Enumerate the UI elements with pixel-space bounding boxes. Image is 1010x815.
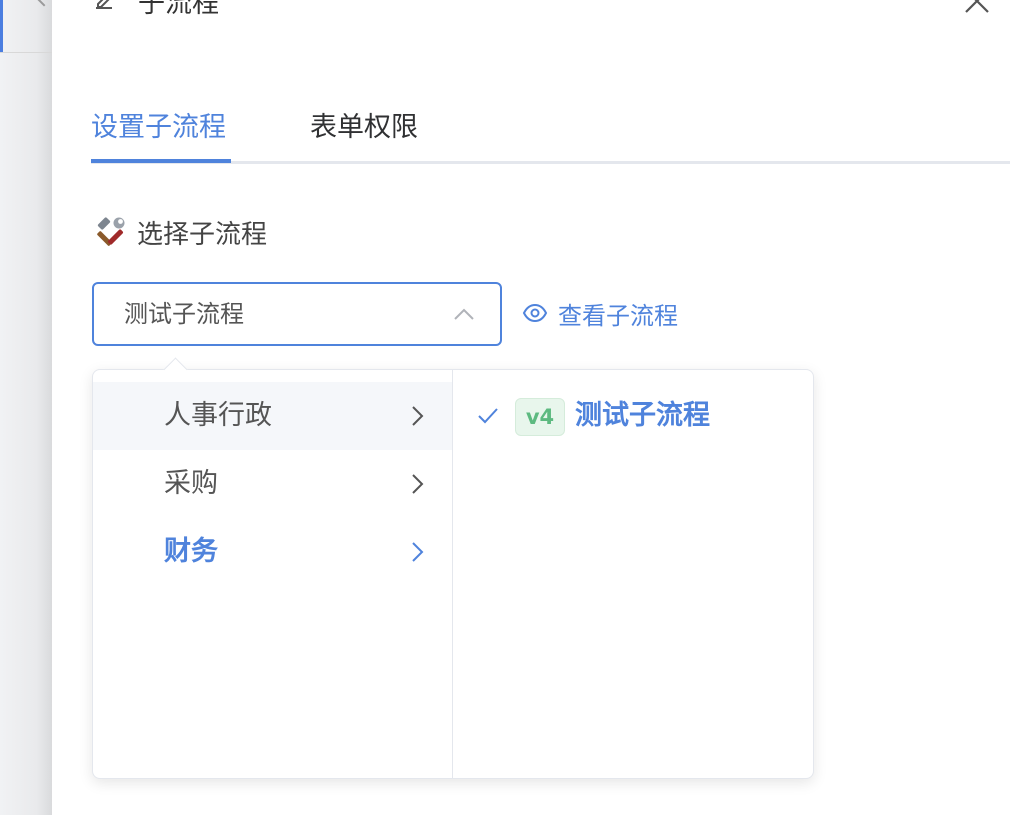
chevron-right-icon — [408, 404, 426, 428]
view-subprocess-label: 查看子流程 — [558, 301, 678, 330]
category-menu: 人事行政 采购 财务 — [93, 382, 452, 776]
chevron-icon — [35, 0, 53, 7]
category-item[interactable]: 财务 — [93, 518, 452, 586]
edit-icon — [92, 0, 116, 12]
drawer-title: 子流程 — [138, 0, 219, 19]
category-label: 人事行政 — [164, 400, 272, 431]
background-page — [0, 0, 53, 815]
eye-icon — [522, 300, 548, 326]
category-label: 财务 — [164, 536, 218, 567]
subprocess-option-label: 测试子流程 — [575, 400, 710, 431]
chevron-up-icon — [452, 304, 476, 324]
chevron-right-icon — [408, 472, 426, 496]
subprocess-select[interactable]: 测试子流程 — [92, 282, 502, 346]
check-icon — [477, 406, 499, 426]
subprocess-drawer: 子流程 设置子流程 表单权限 选择子流程 测试子流程 查看子流程 人事行政 采购… — [52, 0, 1010, 815]
tab-subprocess-settings[interactable]: 设置子流程 — [91, 108, 226, 148]
select-value: 测试子流程 — [124, 300, 244, 328]
active-indicator — [0, 0, 3, 52]
category-label: 采购 — [164, 468, 218, 499]
subprocess-menu: v4 测试子流程 — [453, 382, 813, 776]
category-item[interactable]: 采购 — [93, 450, 452, 518]
tab-bar: 设置子流程 表单权限 — [91, 100, 1010, 164]
page: 子流程 设置子流程 表单权限 选择子流程 测试子流程 查看子流程 人事行政 采购… — [0, 0, 1010, 815]
section-header: 选择子流程 — [95, 212, 267, 252]
section-label: 选择子流程 — [137, 219, 268, 250]
tab-active-indicator — [91, 159, 231, 163]
category-item[interactable]: 人事行政 — [93, 382, 452, 450]
drawer-header: 子流程 — [92, 0, 219, 19]
tab-form-permissions[interactable]: 表单权限 — [310, 108, 418, 148]
cascader-dropdown: 人事行政 采购 财务 v4 测试子流程 — [92, 357, 814, 779]
subprocess-option[interactable]: v4 测试子流程 — [453, 382, 813, 450]
divider — [0, 52, 52, 53]
close-icon[interactable] — [962, 0, 992, 16]
dropdown-pointer — [163, 357, 188, 382]
tools-icon — [95, 216, 127, 248]
chevron-right-icon — [408, 540, 426, 564]
version-badge: v4 — [515, 398, 565, 436]
view-subprocess-link[interactable]: 查看子流程 — [522, 293, 678, 333]
